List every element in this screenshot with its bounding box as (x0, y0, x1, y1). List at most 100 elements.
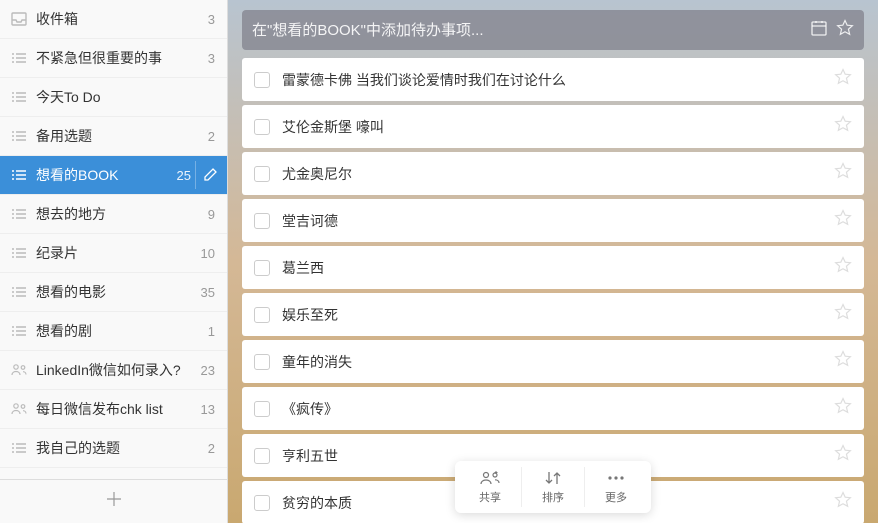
sidebar-item-2[interactable]: 今天To Do (0, 78, 227, 117)
list-icon (10, 324, 28, 338)
star-icon[interactable] (834, 397, 852, 420)
star-icon[interactable] (836, 19, 854, 42)
task-title: 葛兰西 (282, 258, 834, 278)
sort-button[interactable]: 排序 (522, 467, 585, 507)
sidebar-item-count: 13 (201, 402, 215, 417)
sidebar-item-11[interactable]: 我自己的选题2 (0, 429, 227, 468)
more-button[interactable]: 更多 (585, 467, 647, 507)
task-checkbox[interactable] (254, 401, 270, 417)
add-task-input[interactable] (252, 22, 802, 39)
sidebar-item-count: 3 (208, 12, 215, 27)
sidebar-item-label: 想看的剧 (36, 321, 202, 341)
sidebar-item-label: 今天To Do (36, 87, 209, 107)
sidebar-item-count: 25 (177, 168, 191, 183)
edit-list-button[interactable] (195, 161, 223, 189)
task-title: 艾伦金斯堡 嚎叫 (282, 117, 834, 137)
star-icon[interactable] (834, 256, 852, 279)
share-label: 共享 (479, 489, 501, 505)
list-icon (10, 129, 28, 143)
share-icon (479, 469, 501, 487)
task-row[interactable]: 童年的消失 (242, 340, 864, 383)
sidebar-item-label: 想看的电影 (36, 282, 195, 302)
list-icon (10, 285, 28, 299)
list-icon (10, 246, 28, 260)
sidebar-item-1[interactable]: 不紧急但很重要的事 3 (0, 39, 227, 78)
inbox-icon (10, 12, 28, 26)
sidebar-item-label: 我自己的选题 (36, 438, 202, 458)
add-task-bar (242, 10, 864, 50)
sidebar-list: 收件箱 3 不紧急但很重要的事 3 今天To Do 备用选题 2 想看的BOOK 25 想去的地方… (0, 0, 227, 479)
star-icon[interactable] (834, 491, 852, 514)
share-button[interactable]: 共享 (459, 467, 522, 507)
calendar-icon[interactable] (810, 19, 828, 42)
task-checkbox[interactable] (254, 448, 270, 464)
task-checkbox[interactable] (254, 119, 270, 135)
star-icon[interactable] (834, 115, 852, 138)
task-row[interactable]: 艾伦金斯堡 嚎叫 (242, 105, 864, 148)
sidebar-item-count: 1 (208, 324, 215, 339)
task-checkbox[interactable] (254, 213, 270, 229)
sidebar-item-count: 2 (208, 129, 215, 144)
star-icon[interactable] (834, 350, 852, 373)
sidebar-item-count: 9 (208, 207, 215, 222)
task-title: 《疯传》 (282, 399, 834, 419)
sidebar-item-10[interactable]: 每日微信发布chk list 13 (0, 390, 227, 429)
sidebar-item-0[interactable]: 收件箱 3 (0, 0, 227, 39)
task-checkbox[interactable] (254, 260, 270, 276)
task-checkbox[interactable] (254, 354, 270, 370)
list-icon (10, 90, 28, 104)
sidebar-item-label: LinkedIn微信如何录入? (36, 360, 195, 380)
main-panel: 雷蒙德卡佛 当我们谈论爱情时我们在讨论什么艾伦金斯堡 嚎叫尤金奥尼尔堂吉诃德葛兰… (228, 0, 878, 523)
sidebar-item-5[interactable]: 想去的地方 9 (0, 195, 227, 234)
more-label: 更多 (605, 489, 627, 505)
task-title: 堂吉诃德 (282, 211, 834, 231)
sidebar-item-label: 备用选题 (36, 126, 202, 146)
sidebar-item-3[interactable]: 备用选题 2 (0, 117, 227, 156)
star-icon[interactable] (834, 68, 852, 91)
sidebar-item-label: 不紧急但很重要的事 (36, 48, 202, 68)
sidebar-item-8[interactable]: 想看的剧 1 (0, 312, 227, 351)
sidebar-item-count: 3 (208, 51, 215, 66)
sidebar-item-12[interactable]: 购物7 (0, 468, 227, 479)
task-title: 尤金奥尼尔 (282, 164, 834, 184)
task-row[interactable]: 雷蒙德卡佛 当我们谈论爱情时我们在讨论什么 (242, 58, 864, 101)
star-icon[interactable] (834, 162, 852, 185)
star-icon[interactable] (834, 209, 852, 232)
sidebar-item-label: 每日微信发布chk list (36, 399, 195, 419)
sidebar-item-label: 想去的地方 (36, 204, 202, 224)
task-row[interactable]: 《疯传》 (242, 387, 864, 430)
sidebar-item-7[interactable]: 想看的电影 35 (0, 273, 227, 312)
task-checkbox[interactable] (254, 72, 270, 88)
sort-label: 排序 (542, 489, 564, 505)
list-icon (10, 51, 28, 65)
task-row[interactable]: 堂吉诃德 (242, 199, 864, 242)
star-icon[interactable] (834, 303, 852, 326)
list-icon (10, 441, 28, 455)
task-title: 娱乐至死 (282, 305, 834, 325)
people-icon (10, 363, 28, 377)
sidebar-item-count: 23 (201, 363, 215, 378)
sidebar-item-count: 35 (201, 285, 215, 300)
sort-icon (544, 469, 562, 487)
task-title: 雷蒙德卡佛 当我们谈论爱情时我们在讨论什么 (282, 70, 834, 90)
task-checkbox[interactable] (254, 495, 270, 511)
star-icon[interactable] (834, 444, 852, 467)
task-checkbox[interactable] (254, 166, 270, 182)
sidebar-item-label: 收件箱 (36, 9, 202, 29)
list-icon (10, 207, 28, 221)
task-row[interactable]: 尤金奥尼尔 (242, 152, 864, 195)
task-list: 雷蒙德卡佛 当我们谈论爱情时我们在讨论什么艾伦金斯堡 嚎叫尤金奥尼尔堂吉诃德葛兰… (228, 58, 878, 523)
sidebar-item-6[interactable]: 纪录片10 (0, 234, 227, 273)
sidebar: 收件箱 3 不紧急但很重要的事 3 今天To Do 备用选题 2 想看的BOOK 25 想去的地方… (0, 0, 228, 523)
more-icon (606, 469, 626, 487)
people-icon (10, 402, 28, 416)
task-row[interactable]: 娱乐至死 (242, 293, 864, 336)
task-row[interactable]: 葛兰西 (242, 246, 864, 289)
list-icon (10, 168, 28, 182)
sidebar-item-9[interactable]: LinkedIn微信如何录入? 23 (0, 351, 227, 390)
plus-icon (105, 490, 123, 513)
add-list-button[interactable] (0, 479, 227, 523)
task-checkbox[interactable] (254, 307, 270, 323)
sidebar-item-label: 想看的BOOK (36, 165, 171, 185)
sidebar-item-4[interactable]: 想看的BOOK 25 (0, 156, 227, 195)
